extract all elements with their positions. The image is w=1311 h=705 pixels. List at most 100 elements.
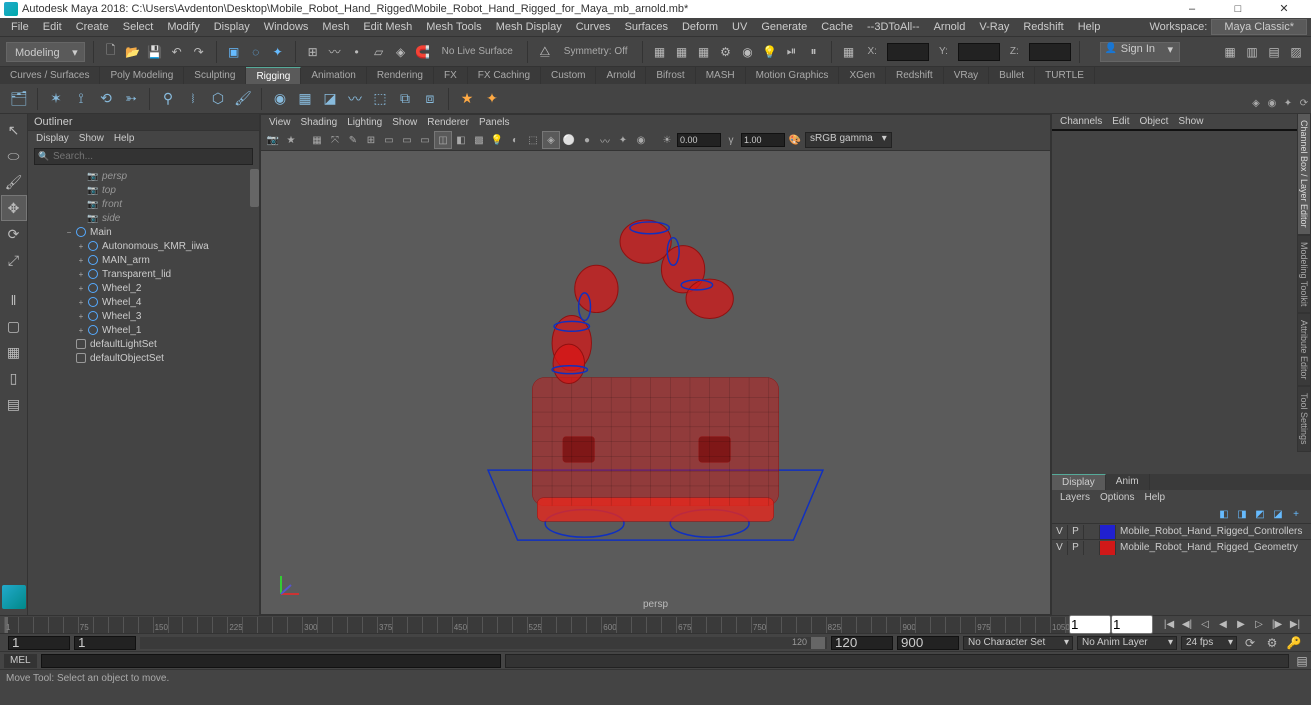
range-start-field[interactable] <box>8 636 70 650</box>
image-plane-icon[interactable]: ▦ <box>309 132 325 148</box>
y-field[interactable] <box>958 43 1000 61</box>
rotate-tool-icon[interactable]: ⟳ <box>2 222 26 246</box>
2d-pan-icon[interactable]: ⤧ <box>327 132 343 148</box>
render-frame-icon[interactable]: ▦ <box>673 43 691 61</box>
four-pane-icon[interactable]: ▦ <box>2 340 26 364</box>
motion-blur-icon[interactable]: 〰 <box>597 132 613 148</box>
grid-icon[interactable]: ⊞ <box>363 132 379 148</box>
viewport-menu-renderer[interactable]: Renderer <box>427 117 469 128</box>
light-editor-icon[interactable]: 💡 <box>761 43 779 61</box>
outliner-item[interactable]: defaultObjectSet <box>28 351 259 365</box>
outliner-item[interactable]: 📷side <box>28 211 259 225</box>
shelf-tab-bifrost[interactable]: Bifrost <box>646 67 695 84</box>
layer-menu-options[interactable]: Options <box>1100 492 1134 503</box>
layer-new-icon[interactable]: + <box>1289 507 1303 521</box>
outliner-item[interactable]: +Wheel_3 <box>28 309 259 323</box>
step-back-icon[interactable]: ◁ <box>1197 618 1213 632</box>
layer-v-cell[interactable]: V <box>1052 541 1068 555</box>
time-side-1[interactable] <box>1069 615 1111 634</box>
shelf-tab-fx-caching[interactable]: FX Caching <box>468 67 541 84</box>
insert-joint-icon[interactable]: ⟟ <box>70 88 92 110</box>
symmetry-icon[interactable]: ⧋ <box>536 43 554 61</box>
quickrig-icon[interactable]: ✦ <box>481 88 503 110</box>
skin-bind-icon[interactable]: ⬡ <box>207 88 229 110</box>
live-surface-icon[interactable]: 🧲 <box>414 43 432 61</box>
exposure-field[interactable] <box>677 133 721 147</box>
last-tool-icon[interactable]: ‖ <box>2 288 26 312</box>
outliner-item[interactable]: 📷front <box>28 197 259 211</box>
menu-cache[interactable]: Cache <box>814 21 860 33</box>
shelf-tab-poly-modeling[interactable]: Poly Modeling <box>100 67 184 84</box>
outliner-search[interactable] <box>34 148 253 165</box>
layer-type-cell[interactable] <box>1084 525 1100 539</box>
layer-row[interactable]: VPMobile_Robot_Hand_Rigged_Geometry <box>1052 539 1311 555</box>
constraint-icon[interactable]: ⧉ <box>394 88 416 110</box>
right-tab-tool-settings[interactable]: Tool Settings <box>1297 386 1311 452</box>
corner-icon-1[interactable]: ◈ <box>1249 96 1263 110</box>
outliner-item[interactable]: −Main <box>28 225 259 239</box>
menu-windows[interactable]: Windows <box>257 21 316 33</box>
shelf-tab-fx[interactable]: FX <box>434 67 468 84</box>
menu-generate[interactable]: Generate <box>754 21 814 33</box>
expander-icon[interactable]: + <box>76 298 86 307</box>
layer-menu-layers[interactable]: Layers <box>1060 492 1090 503</box>
expander-icon[interactable]: + <box>76 284 86 293</box>
undo-icon[interactable]: ↶ <box>168 43 186 61</box>
range-end1-field[interactable] <box>831 636 893 650</box>
range-track[interactable]: 120 <box>140 637 827 649</box>
ipr-icon[interactable]: ▦ <box>695 43 713 61</box>
outliner-item[interactable]: 📷persp <box>28 169 259 183</box>
single-pane-icon[interactable]: ▢ <box>2 314 26 338</box>
time-side-2[interactable] <box>1111 615 1153 634</box>
playblast-icon[interactable]: ⏯ <box>783 43 801 61</box>
dof-icon[interactable]: ◉ <box>633 132 649 148</box>
shelf-tab-mash[interactable]: MASH <box>696 67 746 84</box>
menu-select[interactable]: Select <box>116 21 161 33</box>
redo-icon[interactable]: ↷ <box>190 43 208 61</box>
outliner-pane-icon[interactable]: ▤ <box>2 392 26 416</box>
channel-menu-edit[interactable]: Edit <box>1112 116 1129 127</box>
outliner-item[interactable]: +Wheel_1 <box>28 323 259 337</box>
shelf-tab-redshift[interactable]: Redshift <box>886 67 944 84</box>
right-tab-channel-box-layer-editor[interactable]: Channel Box / Layer Editor <box>1297 113 1311 235</box>
wireframe-icon[interactable]: ◫ <box>435 132 451 148</box>
xray-icon[interactable]: ◈ <box>543 132 559 148</box>
layer-p-cell[interactable]: P <box>1068 541 1084 555</box>
expander-icon[interactable]: + <box>76 242 86 251</box>
view-transform-icon[interactable]: 🎨 <box>787 132 803 148</box>
orient-joint-icon[interactable]: ➳ <box>120 88 142 110</box>
toolbox-icon[interactable]: ▥ <box>1243 43 1261 61</box>
character-set-selector[interactable]: No Character Set <box>963 636 1073 650</box>
menu-help[interactable]: Help <box>1071 21 1108 33</box>
layer-icon-2[interactable]: ◨ <box>1235 507 1249 521</box>
outliner-item[interactable]: +Wheel_2 <box>28 281 259 295</box>
snap-plane-icon[interactable]: ▱ <box>370 43 388 61</box>
select-mode-icon[interactable]: ▣ <box>225 43 243 61</box>
range-cur-field[interactable] <box>74 636 136 650</box>
viewport-canvas[interactable]: persp <box>261 151 1050 614</box>
outliner-item[interactable]: +MAIN_arm <box>28 253 259 267</box>
layer-row[interactable]: VPMobile_Robot_Hand_Rigged_Controllers <box>1052 523 1311 539</box>
shelf-tab-sculpting[interactable]: Sculpting <box>184 67 246 84</box>
outliner-item[interactable]: +Transparent_lid <box>28 267 259 281</box>
channelbox-icon[interactable]: ▤ <box>1265 43 1283 61</box>
expander-icon[interactable]: + <box>76 326 86 335</box>
menu-file[interactable]: File <box>4 21 36 33</box>
shelf-tab-motion-graphics[interactable]: Motion Graphics <box>746 67 840 84</box>
resolution-gate-icon[interactable]: ▭ <box>399 132 415 148</box>
menu-display[interactable]: Display <box>207 21 257 33</box>
render-view-icon[interactable]: ▦ <box>651 43 669 61</box>
autokey-icon[interactable]: ⟳ <box>1241 634 1259 652</box>
shaded-icon[interactable]: ◧ <box>453 132 469 148</box>
outliner-item[interactable]: defaultLightSet <box>28 337 259 351</box>
expander-icon[interactable]: + <box>76 312 86 321</box>
render-settings-icon[interactable]: ⚙ <box>717 43 735 61</box>
lattice-icon[interactable]: ▦ <box>294 88 316 110</box>
gamma-field[interactable] <box>741 133 785 147</box>
layer-p-cell[interactable]: P <box>1068 525 1084 539</box>
exposure-icon[interactable]: ☀ <box>659 132 675 148</box>
right-tab-attribute-editor[interactable]: Attribute Editor <box>1297 313 1311 387</box>
move-tool-icon[interactable]: ✥ <box>2 196 26 220</box>
shelf-tab-animation[interactable]: Animation <box>301 67 366 84</box>
workspace-selector[interactable]: Maya Classic* <box>1211 19 1307 35</box>
